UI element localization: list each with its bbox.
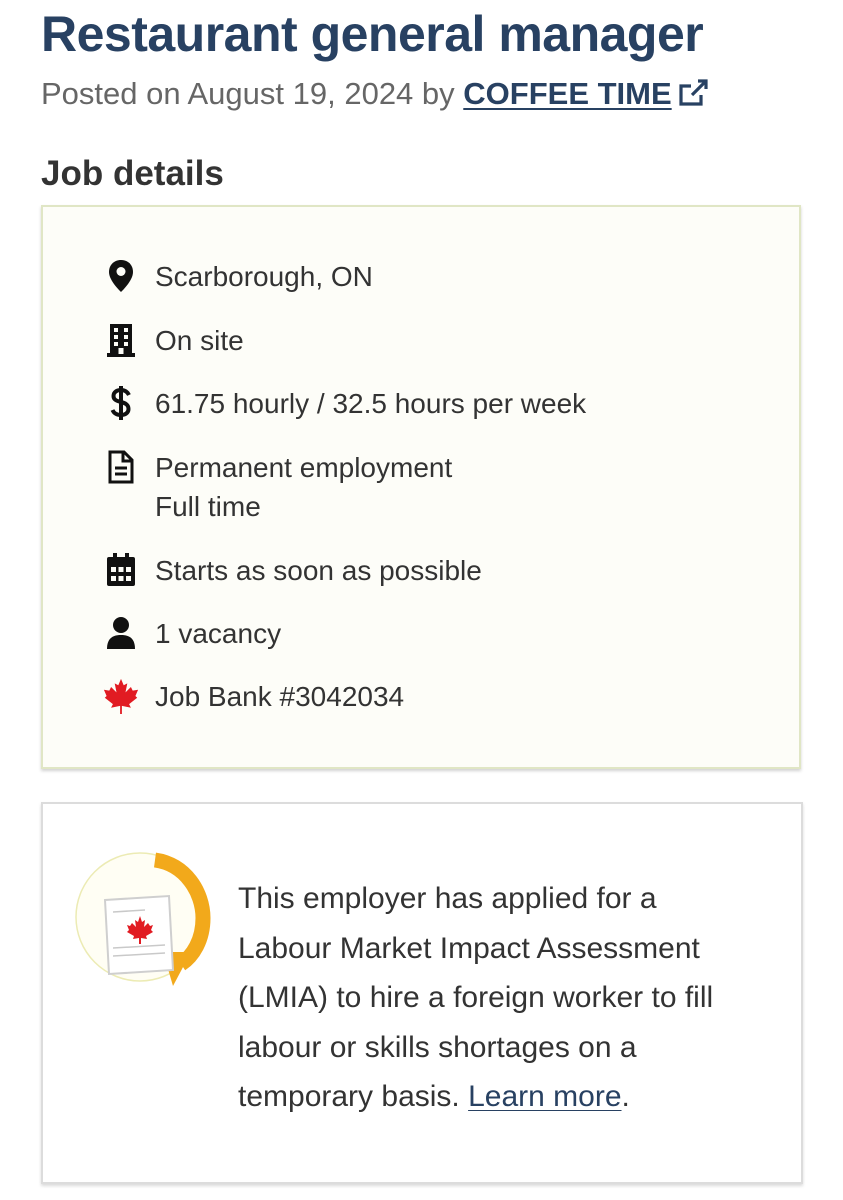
document-icon [103,448,139,486]
lmia-text: This employer has applied for a Labour M… [238,882,714,1113]
calendar-icon [103,551,139,589]
vacancies-row: 1 vacancy [103,614,281,653]
start-date-text: Starts as soon as possible [155,555,482,586]
lmia-suffix: . [621,1080,630,1113]
map-marker-icon [103,257,139,295]
employment-row: Permanent employment Full time [103,448,452,526]
building-icon [103,321,139,359]
job-details-heading: Job details [41,154,224,193]
location-row: Scarborough, ON [103,257,373,296]
job-details-card: Scarborough, ON On site 61.75 hourly / 3… [41,205,801,769]
job-title: Restaurant general manager [41,6,704,62]
work-site-row: On site [103,321,244,360]
person-icon [103,614,139,652]
employer-name: COFFEE TIME [463,76,672,111]
employment-text: Permanent employment Full time [155,448,452,526]
job-bank-row: Job Bank #3042034 [103,677,404,716]
start-date-row: Starts as soon as possible [103,551,482,590]
external-link-icon [677,78,709,118]
learn-more-link[interactable]: Learn more [468,1080,621,1113]
salary-row: 61.75 hourly / 32.5 hours per week [103,384,586,423]
maple-leaf-icon [103,677,139,715]
posted-date: Posted on August 19, 2024 by [41,76,464,111]
location-text: Scarborough, ON [155,261,373,292]
lmia-notice: This employer has applied for a Labour M… [41,802,803,1184]
employment-type: Permanent employment [155,452,453,483]
dollar-icon [103,384,139,422]
work-site-text: On site [155,325,244,356]
lmia-document-icon [75,852,215,1007]
posted-line: Posted on August 19, 2024 by COFFEE TIME [41,74,709,118]
lmia-description: This employer has applied for a Labour M… [238,874,758,1122]
job-bank-number: Job Bank #3042034 [155,681,405,712]
employment-schedule: Full time [155,491,261,522]
employer-link[interactable]: COFFEE TIME [463,76,708,111]
salary-text: 61.75 hourly / 32.5 hours per week [155,388,587,419]
vacancies-text: 1 vacancy [155,618,282,649]
